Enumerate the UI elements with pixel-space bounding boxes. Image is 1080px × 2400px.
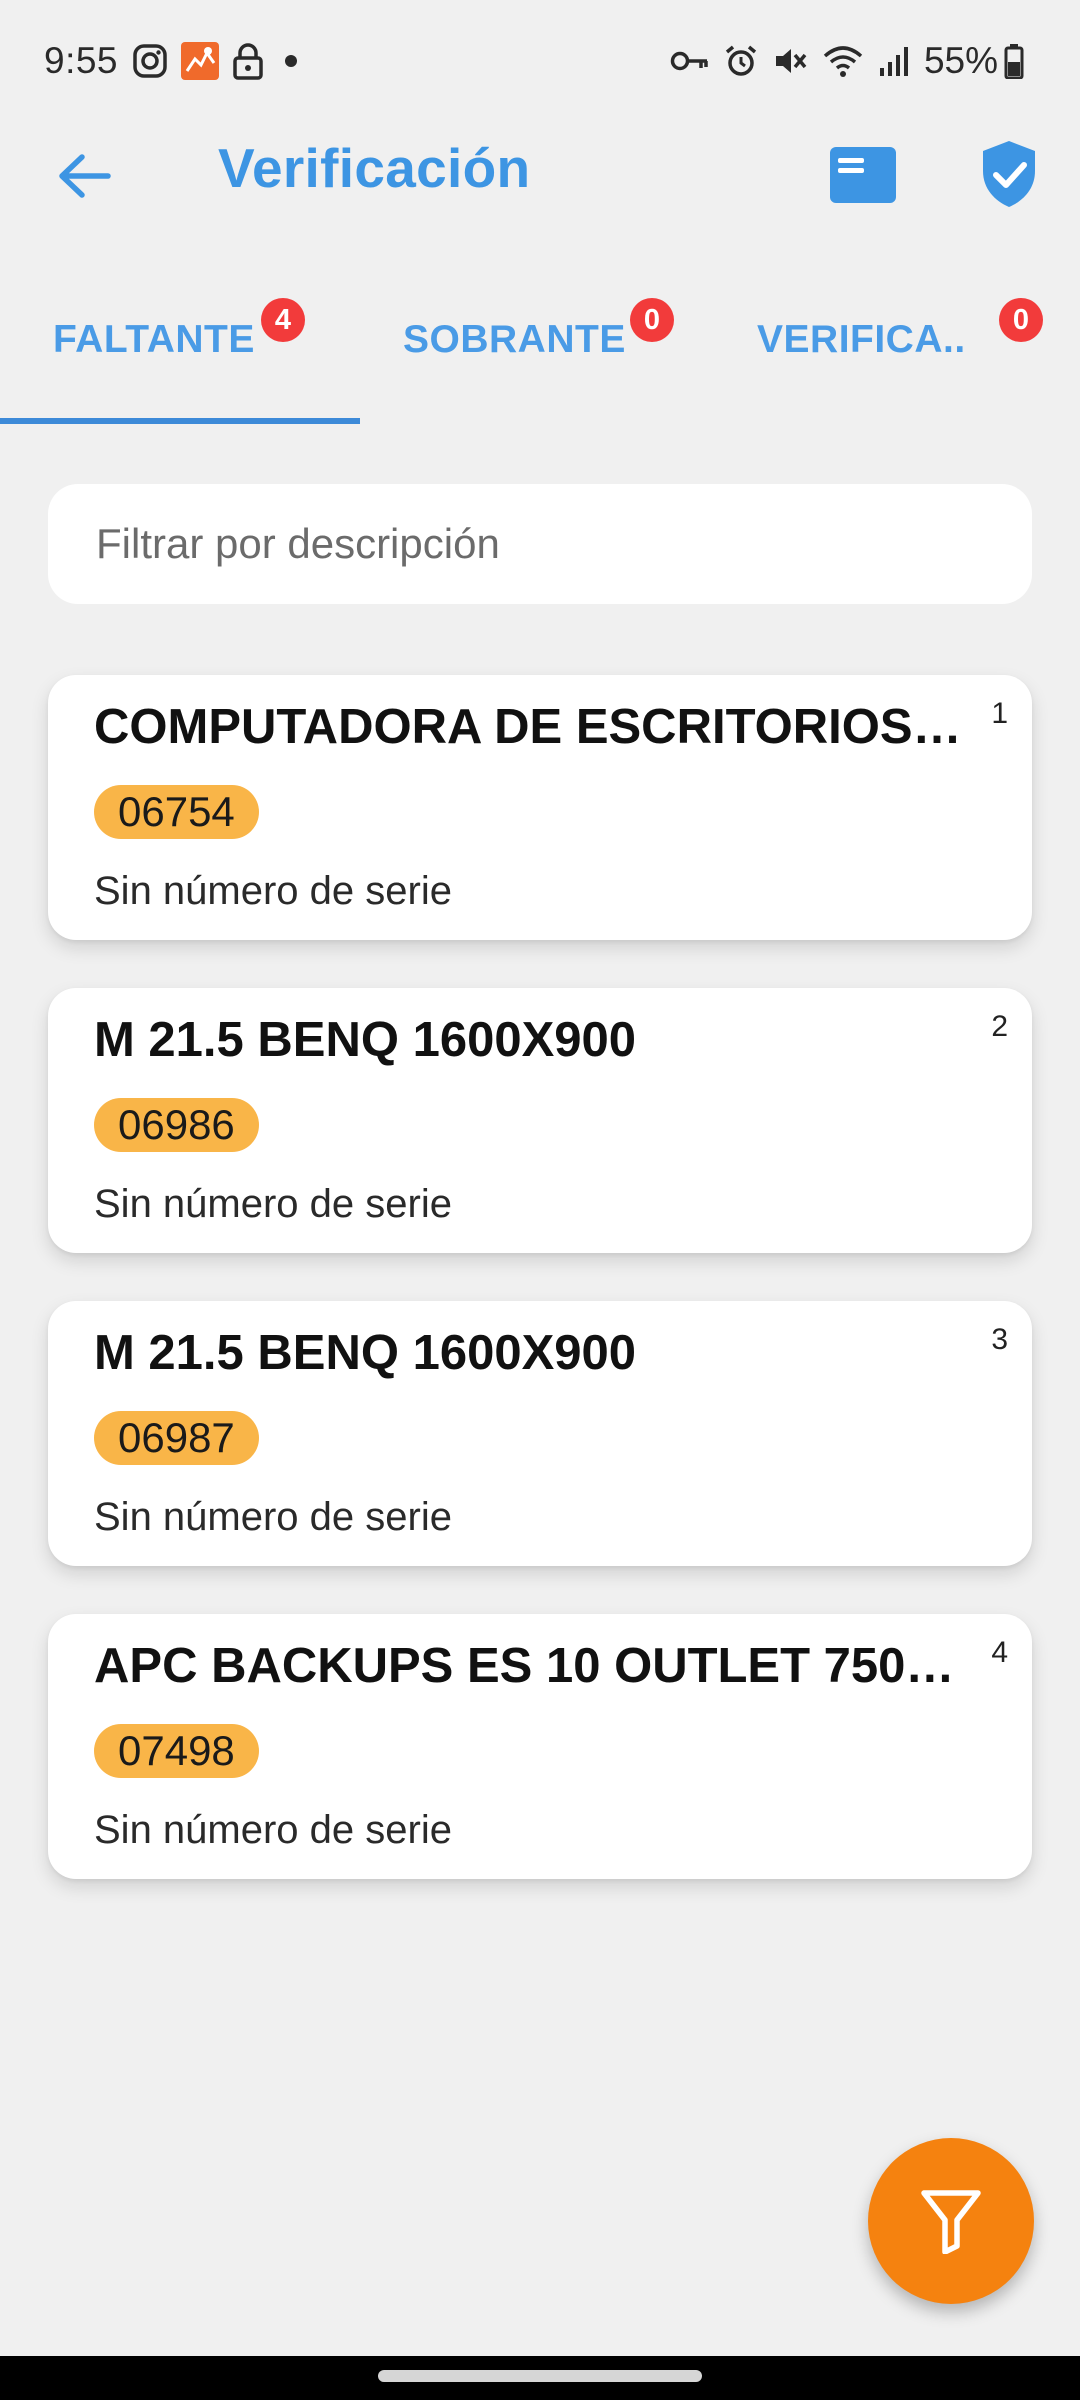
active-tab-indicator	[0, 418, 360, 424]
verify-shield-button[interactable]	[976, 134, 1042, 214]
home-gesture-handle[interactable]	[378, 2370, 702, 2382]
instagram-icon	[132, 43, 168, 79]
item-index: 3	[991, 1323, 1008, 1356]
list-item[interactable]: M 21.5 BENQ 1600X900 2 06986 Sin número …	[48, 988, 1032, 1253]
dot-icon	[276, 51, 306, 71]
item-serial: Sin número de serie	[94, 1182, 452, 1226]
tab-bar: FALTANTE 4 SOBRANTE 0 VERIFICA.. 0	[0, 290, 1080, 425]
battery-icon	[1004, 43, 1024, 79]
item-title: APC BACKUPS ES 10 OUTLET 750VA 120V	[94, 1639, 974, 1693]
signal-icon	[878, 44, 910, 78]
item-serial: Sin número de serie	[94, 1808, 452, 1852]
tab-count-badge: 0	[630, 298, 674, 342]
status-bar: 9:55 55%	[0, 0, 1080, 122]
navigation-bar	[0, 2356, 1080, 2400]
status-left: 9:55	[44, 40, 318, 82]
app-notification-icon	[180, 41, 220, 81]
status-right: 55%	[670, 40, 1038, 82]
tab-count-badge: 4	[261, 298, 305, 342]
back-button[interactable]	[52, 144, 116, 208]
item-title: M 21.5 BENQ 1600X900	[94, 1326, 637, 1380]
mute-icon	[772, 44, 808, 78]
item-code-chip: 07498	[94, 1724, 259, 1778]
item-title: COMPUTADORA DE ESCRITORIOSKYLINE	[94, 700, 974, 754]
list-view-button[interactable]	[826, 140, 900, 210]
item-code-chip: 06754	[94, 785, 259, 839]
tab-label: SOBRANTE	[403, 318, 626, 361]
filter-fab-button[interactable]	[868, 2138, 1034, 2304]
list-item[interactable]: M 21.5 BENQ 1600X900 3 06987 Sin número …	[48, 1301, 1032, 1566]
tab-sobrante[interactable]: SOBRANTE 0	[360, 290, 720, 425]
lock-icon	[232, 42, 264, 80]
filter-icon	[921, 2190, 981, 2254]
alarm-icon	[724, 44, 758, 78]
vpn-key-icon	[670, 47, 710, 75]
item-serial: Sin número de serie	[94, 1495, 452, 1539]
item-code-chip: 06987	[94, 1411, 259, 1465]
tab-count-badge: 0	[999, 298, 1043, 342]
tab-faltante[interactable]: FALTANTE 4	[0, 290, 360, 425]
page-title: Verificación	[218, 137, 531, 199]
item-index: 4	[991, 1636, 1008, 1669]
tab-verificado[interactable]: VERIFICA.. 0	[720, 290, 1080, 425]
tab-label: VERIFICA..	[757, 318, 966, 361]
arrow-back-icon	[59, 154, 111, 198]
tab-label: FALTANTE	[53, 318, 255, 361]
card-list-icon	[830, 147, 896, 203]
item-title: M 21.5 BENQ 1600X900	[94, 1013, 637, 1067]
item-index: 1	[991, 697, 1008, 730]
shield-check-icon	[983, 141, 1035, 207]
battery-percent: 55%	[923, 40, 998, 81]
item-code-chip: 06986	[94, 1098, 259, 1152]
filter-description-input[interactable]	[48, 484, 1032, 604]
status-time: 9:55	[44, 40, 119, 81]
app-bar: Verificación	[0, 122, 1080, 222]
list-item[interactable]: COMPUTADORA DE ESCRITORIOSKYLINE 1 06754…	[48, 675, 1032, 940]
item-serial: Sin número de serie	[94, 869, 452, 913]
wifi-icon	[822, 44, 864, 78]
item-index: 2	[991, 1010, 1008, 1043]
list-item[interactable]: APC BACKUPS ES 10 OUTLET 750VA 120V 4 07…	[48, 1614, 1032, 1879]
